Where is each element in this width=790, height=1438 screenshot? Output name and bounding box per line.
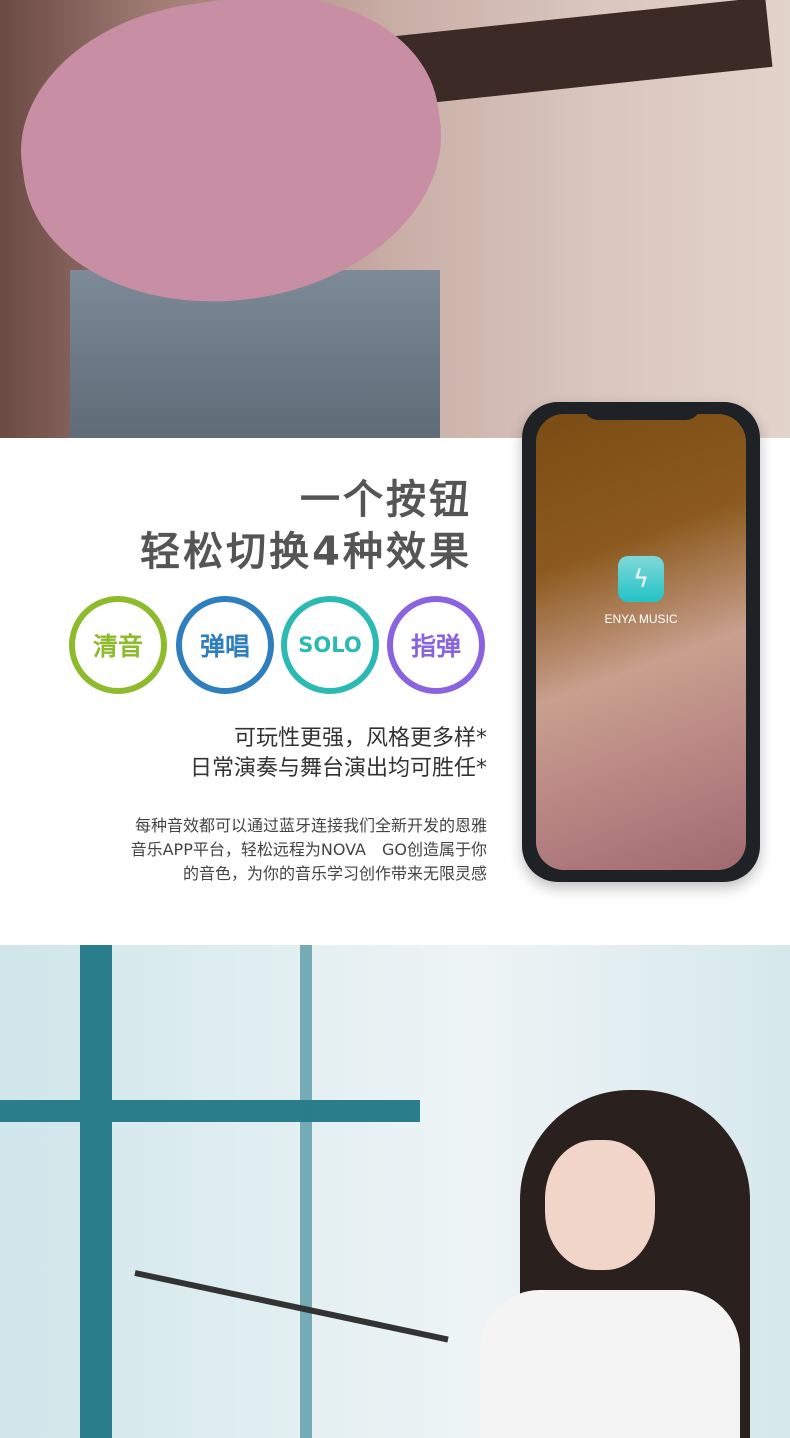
smartphone: ϟ ENYA MUSIC bbox=[522, 402, 760, 882]
subtitle-line2: 日常演奏与舞台演出均可胜任* bbox=[189, 756, 487, 781]
window-frame bbox=[80, 945, 112, 1438]
mode-solo: SOLO bbox=[281, 596, 379, 694]
mode-fingerstyle: 指弹 bbox=[387, 596, 485, 694]
enya-music-logo-icon[interactable]: ϟ bbox=[618, 556, 664, 602]
window-frame-horizontal bbox=[0, 1100, 420, 1122]
hero-photo-guitarist bbox=[0, 0, 790, 438]
singer-shirt bbox=[480, 1290, 740, 1438]
description-line3: 的音色，为你的音乐学习创作带来无限灵感 bbox=[182, 864, 487, 883]
phone-notch bbox=[584, 402, 700, 420]
description-line1: 每种音效都可以通过蓝牙连接我们全新开发的恩雅 bbox=[134, 816, 487, 835]
description: 每种音效都可以通过蓝牙连接我们全新开发的恩雅 音乐APP平台，轻松远程为NOVA … bbox=[131, 814, 487, 886]
subtitle-line1: 可玩性更强，风格更多样* bbox=[233, 726, 487, 751]
mode-clean: 清音 bbox=[69, 596, 167, 694]
singer-face bbox=[545, 1140, 655, 1270]
description-line2: 音乐APP平台，轻松远程为NOVA GO创造属于你 bbox=[130, 840, 487, 859]
window-frame-2 bbox=[300, 945, 312, 1438]
mode-strum-sing: 弹唱 bbox=[176, 596, 274, 694]
app-name: ENYA MUSIC bbox=[604, 612, 678, 626]
phone-screen: ϟ ENYA MUSIC bbox=[536, 414, 746, 870]
headline-line1: 一个按钮 bbox=[300, 477, 472, 523]
headline-line2: 轻松切换4种效果 bbox=[140, 529, 472, 575]
